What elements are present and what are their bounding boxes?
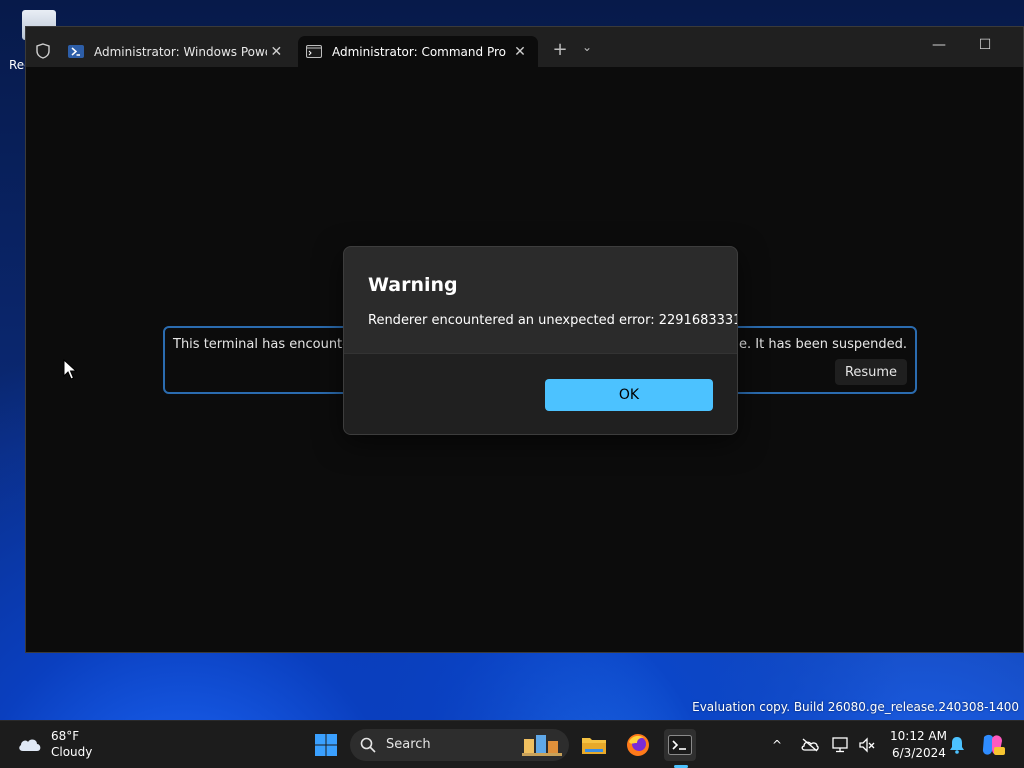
chevron-down-icon[interactable]: ⌄ [579, 40, 595, 54]
title-bar: Administrator: Windows Powe ✕ Administra… [26, 27, 1023, 67]
tab-title: Administrator: Windows Powe [94, 44, 267, 59]
weather-condition[interactable]: Cloudy [51, 745, 92, 759]
onedrive-offline-icon[interactable] [800, 735, 820, 755]
notification-bell-icon[interactable] [947, 735, 967, 755]
clock-time[interactable]: 10:12 AM [890, 729, 947, 743]
folder-icon [582, 738, 606, 754]
tab-title: Administrator: Command Pro [332, 44, 506, 59]
minimize-button[interactable]: — [924, 37, 954, 53]
close-icon[interactable]: ✕ [267, 44, 286, 60]
weather-temperature[interactable]: 68°F [51, 729, 79, 743]
terminal-button[interactable] [664, 729, 696, 761]
resume-button[interactable]: Resume [835, 359, 907, 385]
ok-button[interactable]: OK [545, 379, 713, 411]
copilot-icon[interactable] [980, 733, 1006, 757]
powershell-icon [68, 45, 84, 58]
file-explorer-button[interactable] [578, 729, 610, 761]
notice-text-left: This terminal has encounte [173, 337, 351, 352]
warning-dialog: Warning Renderer encountered an unexpect… [343, 246, 738, 435]
dialog-message: Renderer encountered an unexpected error… [368, 313, 738, 328]
tab-command-prompt[interactable]: Administrator: Command Pro ✕ [298, 36, 538, 67]
search-highlight-icon [522, 735, 562, 756]
mouse-cursor-icon [63, 359, 77, 380]
taskbar-search[interactable]: Search [350, 729, 569, 761]
volume-muted-icon[interactable] [857, 735, 877, 755]
network-icon[interactable] [831, 735, 851, 755]
notice-text-right: ime. It has been suspended. [722, 337, 907, 352]
firefox-button[interactable] [622, 729, 654, 761]
terminal-icon [668, 735, 692, 755]
new-tab-button[interactable]: + [550, 39, 570, 60]
dialog-footer: OK [344, 353, 737, 434]
windows-start-icon[interactable] [314, 733, 338, 757]
clock-date[interactable]: 6/3/2024 [892, 746, 946, 760]
maximize-button[interactable]: ☐ [970, 37, 1000, 53]
search-label: Search [386, 737, 431, 752]
recycle-bin-label: Rec [9, 58, 25, 72]
taskbar: 68°F Cloudy Search ^ 10:12 AM 6/3/2024 [0, 720, 1024, 768]
shield-icon [36, 43, 50, 59]
firefox-icon [627, 734, 649, 756]
cloud-icon[interactable] [16, 733, 44, 755]
tab-powershell[interactable]: Administrator: Windows Powe ✕ [60, 36, 294, 67]
dialog-title: Warning [368, 274, 458, 296]
close-icon[interactable]: ✕ [510, 44, 530, 60]
cmd-icon [306, 45, 322, 58]
evaluation-watermark: Evaluation copy. Build 26080.ge_release.… [692, 700, 1019, 714]
tray-overflow-chevron-icon[interactable]: ^ [767, 735, 787, 755]
search-icon [360, 737, 376, 753]
